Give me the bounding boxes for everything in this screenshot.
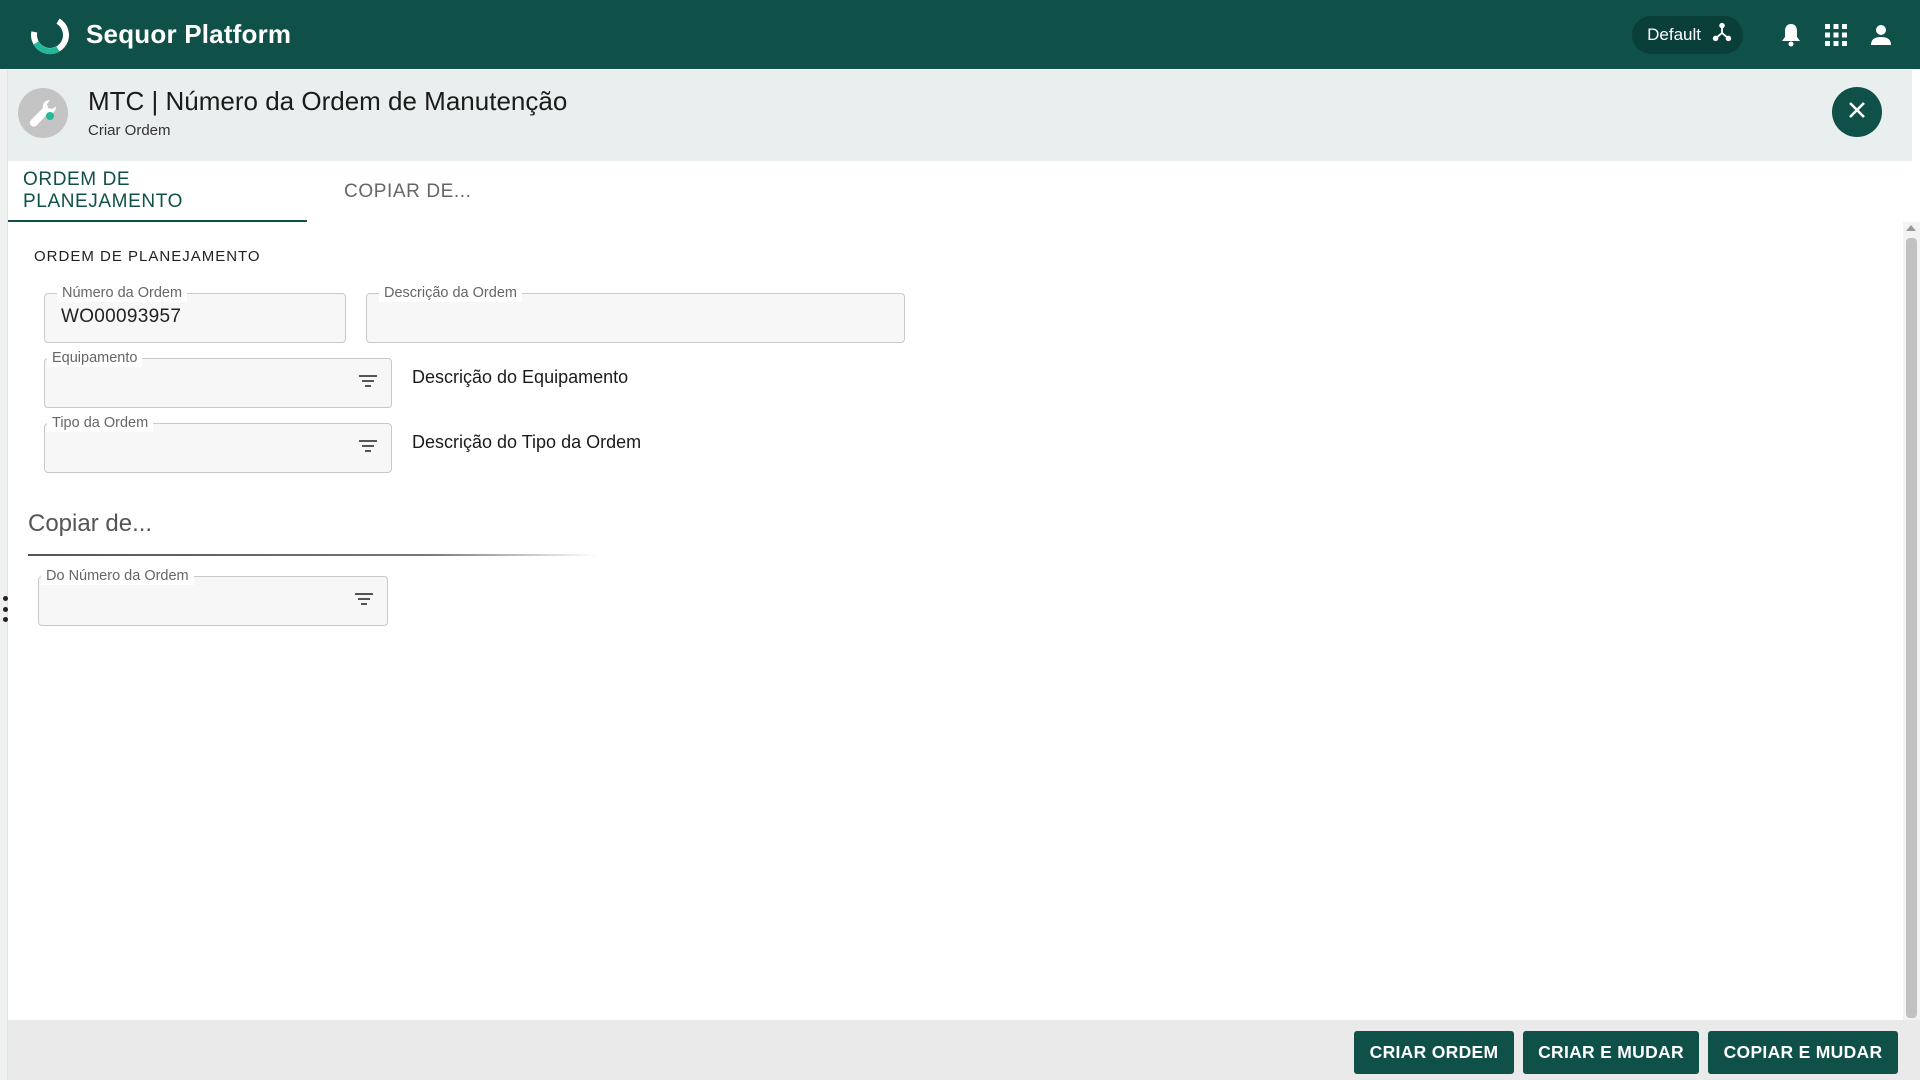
page-title: MTC | Número da Ordem de Manutenção bbox=[88, 86, 568, 116]
side-panel-edge bbox=[0, 70, 8, 1080]
copy-and-change-button[interactable]: COPIAR E MUDAR bbox=[1708, 1031, 1898, 1074]
copy-section-title: Copiar de... bbox=[28, 510, 153, 537]
equipment-description: Descrição do Equipamento bbox=[412, 367, 629, 387]
maintenance-wrench-icon bbox=[18, 88, 68, 138]
order-type-field[interactable]: Tipo da Ordem bbox=[44, 414, 392, 473]
order-description-label: Descrição da Ordem bbox=[379, 284, 522, 302]
equipment-field[interactable]: Equipamento bbox=[44, 349, 392, 408]
environment-label: Default bbox=[1647, 24, 1701, 44]
from-order-number-label: Do Número da Ordem bbox=[41, 567, 194, 585]
network-icon bbox=[1701, 21, 1733, 48]
equipment-filter-icon[interactable] bbox=[359, 375, 377, 389]
tab-ordem-de-planejamento[interactable]: ORDEM DE PLANEJAMENTO bbox=[8, 162, 307, 222]
page-header: MTC | Número da Ordem de Manutenção Cria… bbox=[8, 70, 1912, 161]
environment-selector[interactable]: Default bbox=[1632, 15, 1743, 54]
close-button[interactable] bbox=[1832, 87, 1882, 137]
close-icon bbox=[1847, 100, 1867, 125]
create-order-button[interactable]: CRIAR ORDEM bbox=[1354, 1031, 1514, 1074]
equipment-label: Equipamento bbox=[47, 349, 143, 367]
top-app-bar: Sequor Platform Default bbox=[0, 0, 1920, 69]
more-options-icon[interactable] bbox=[1, 596, 9, 622]
brand[interactable]: Sequor Platform bbox=[28, 13, 291, 57]
scrollbar-thumb[interactable] bbox=[1906, 238, 1917, 1018]
order-type-filter-icon[interactable] bbox=[359, 440, 377, 454]
order-type-description: Descrição do Tipo da Ordem bbox=[412, 432, 642, 452]
create-and-change-button[interactable]: CRIAR E MUDAR bbox=[1523, 1031, 1699, 1074]
from-order-filter-icon[interactable] bbox=[355, 593, 373, 607]
order-number-label: Número da Ordem bbox=[57, 284, 188, 302]
scroll-up-arrow-icon[interactable] bbox=[1906, 225, 1916, 231]
order-description-field[interactable]: Descrição da Ordem bbox=[366, 284, 905, 343]
copy-section-divider bbox=[28, 554, 598, 556]
tab-bar: ORDEM DE PLANEJAMENTO COPIAR DE... bbox=[8, 162, 487, 222]
order-number-field[interactable]: Número da Ordem WO00093957 bbox=[44, 284, 346, 343]
app-title: Sequor Platform bbox=[86, 19, 292, 49]
from-order-number-field[interactable]: Do Número da Ordem bbox=[38, 567, 388, 626]
page-subtitle: Criar Ordem bbox=[88, 122, 171, 139]
notifications-bell-icon[interactable] bbox=[1776, 20, 1806, 50]
apps-grid-icon[interactable] bbox=[1821, 20, 1851, 50]
tab-copiar-de[interactable]: COPIAR DE... bbox=[329, 162, 487, 222]
user-account-icon[interactable] bbox=[1866, 20, 1896, 50]
sequor-logo-icon bbox=[28, 13, 72, 57]
order-type-label: Tipo da Ordem bbox=[47, 414, 154, 432]
order-number-value: WO00093957 bbox=[61, 306, 182, 327]
section-label: ORDEM DE PLANEJAMENTO bbox=[34, 248, 261, 265]
